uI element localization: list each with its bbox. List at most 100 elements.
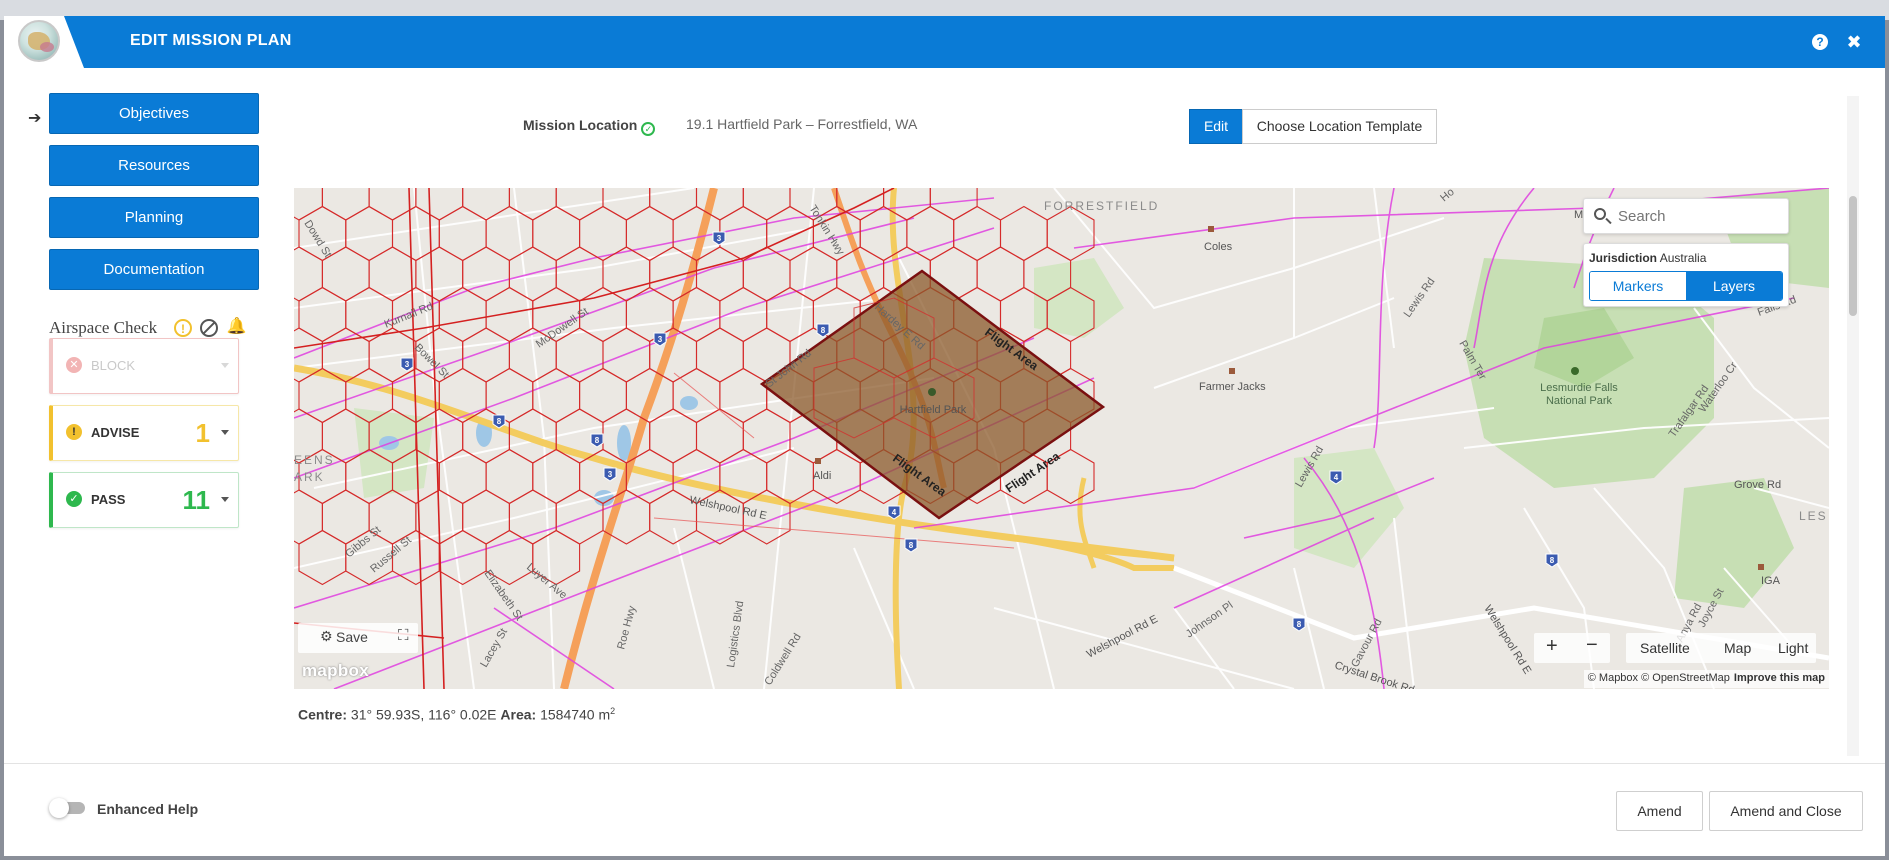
pass-check-icon: ✓ [66, 491, 82, 507]
block-label: BLOCK [91, 358, 136, 373]
toggle-layers-button[interactable]: Layers [1686, 272, 1782, 300]
jurisdiction-key: Jurisdiction [1589, 251, 1658, 265]
park-tree-icon [928, 388, 936, 396]
map-search-input[interactable] [1616, 205, 1781, 227]
water-area [680, 396, 698, 410]
jurisdiction-panel: Jurisdiction Australia Markers Layers [1583, 243, 1789, 307]
fullscreen-icon[interactable]: ⛶ [398, 627, 409, 644]
enhanced-help-label: Enhanced Help [97, 801, 199, 817]
block-icon: ✕ [66, 357, 82, 373]
style-satellite-button[interactable]: Satellite [1640, 640, 1690, 656]
amend-button[interactable]: Amend [1616, 791, 1703, 831]
enhanced-help-toggle[interactable] [49, 798, 87, 818]
svg-text:4: 4 [1334, 473, 1339, 482]
mission-location-value: 19.1 Hartfield Park – Forrestfield, WA [686, 116, 918, 132]
mission-map[interactable]: Hartfield Park Flight Area Flight Area F… [294, 188, 1829, 689]
modal-title: EDIT MISSION PLAN [130, 32, 292, 49]
map-attribution: © Mapbox © OpenStreetMap Improve this map [1583, 670, 1829, 688]
advisory-info-icon[interactable]: ! [174, 319, 192, 337]
zoom-out-button[interactable]: − [1586, 634, 1598, 657]
label-ark: ARK [294, 470, 325, 484]
jurisdiction-value: Australia [1659, 251, 1707, 265]
map-info-readout: Centre: 31° 59.93S, 116° 0.02E Area: 158… [298, 706, 615, 723]
style-light-button[interactable]: Light [1778, 640, 1808, 656]
content-scrollbar-track[interactable] [1847, 96, 1859, 756]
style-map-button[interactable]: Map [1724, 640, 1751, 656]
map-style-switcher: Satellite Map Light [1626, 633, 1816, 663]
active-step-arrow-icon: ➔ [28, 110, 42, 127]
label-farmer-jacks: Farmer Jacks [1199, 381, 1266, 393]
airspace-block-card[interactable]: ✕ BLOCK [49, 338, 239, 394]
gear-icon[interactable]: ⚙ [320, 628, 333, 645]
bell-icon[interactable]: 🔔 [227, 319, 247, 337]
label-hartfield-park: Hartfield Park [900, 404, 967, 416]
svg-text:8: 8 [497, 417, 502, 426]
help-icon: ? [1812, 34, 1828, 50]
markers-layers-toggle: Markers Layers [1589, 271, 1783, 301]
toggle-markers-button[interactable]: Markers [1590, 272, 1686, 300]
label-forrestfield: FORRESTFIELD [1044, 199, 1159, 213]
modal-header: EDIT MISSION PLAN ? ✖ [4, 16, 1885, 68]
svg-text:8: 8 [909, 541, 914, 550]
help-button[interactable]: ? [1810, 32, 1830, 52]
svg-text:8: 8 [1297, 620, 1302, 629]
airspace-advise-card[interactable]: ! ADVISE 1 [49, 405, 239, 461]
advise-icon: ! [66, 424, 82, 440]
chevron-down-icon [221, 363, 229, 368]
label-coles: Coles [1204, 241, 1233, 253]
nav-objectives-button[interactable]: Objectives [49, 93, 259, 134]
national-park-tree-icon [1571, 367, 1579, 375]
close-icon: ✖ [1846, 32, 1862, 52]
svg-text:8: 8 [1550, 556, 1555, 565]
edit-mission-plan-modal: EDIT MISSION PLAN ? ✖ ➔ Objectives Resou… [4, 16, 1885, 856]
area-label: Area: [500, 706, 537, 723]
centre-label: Centre: [298, 706, 348, 723]
toggle-knob [49, 798, 69, 818]
location-verified-icon: ✓ [641, 122, 656, 136]
content-scrollbar-thumb[interactable] [1849, 196, 1857, 316]
map-tools-bar: ⚙ Save ⛶ [298, 623, 418, 653]
svg-text:4: 4 [892, 508, 897, 517]
nav-resources-button[interactable]: Resources [49, 145, 259, 186]
nav-planning-button[interactable]: Planning [49, 197, 259, 238]
airspace-check-title: Airspace Check [49, 318, 158, 337]
amend-and-close-button[interactable]: Amend and Close [1709, 791, 1863, 831]
jurisdiction-label: Jurisdiction Australia [1589, 251, 1706, 265]
chevron-down-icon [221, 430, 229, 435]
svg-text:8: 8 [821, 326, 826, 335]
nav-documentation-button[interactable]: Documentation [49, 249, 259, 290]
area-value: 1584740 m [540, 706, 611, 723]
footer-divider [4, 763, 1885, 764]
zoom-controls: + − [1534, 633, 1610, 663]
app-logo [18, 20, 60, 62]
no-fly-icon[interactable] [200, 319, 219, 337]
map-save-button[interactable]: Save [336, 629, 368, 645]
airspace-check-icons: ! 🔔 [174, 319, 249, 339]
choose-location-template-button[interactable]: Choose Location Template [1242, 109, 1437, 144]
map-search-box[interactable] [1583, 198, 1789, 234]
advise-count: 1 [195, 418, 210, 448]
svg-text:3: 3 [717, 234, 722, 243]
zoom-in-button[interactable]: + [1546, 635, 1558, 658]
advise-label: ADVISE [91, 425, 140, 440]
pass-label: PASS [91, 492, 126, 507]
mission-location-label-text: Mission Location [523, 117, 638, 133]
airspace-pass-card[interactable]: ✓ PASS 11 [49, 472, 239, 528]
svg-text:3: 3 [405, 360, 410, 369]
svg-text:3: 3 [608, 470, 613, 479]
centre-value: 31° 59.93S, 116° 0.02E [350, 706, 497, 723]
mapbox-logo[interactable]: mapbox [302, 661, 369, 681]
mission-location-label: Mission Location ✓ [523, 117, 656, 136]
attribution-text[interactable]: © Mapbox © OpenStreetMap [1588, 672, 1730, 684]
close-button[interactable]: ✖ [1844, 32, 1864, 52]
label-lesmurdie-1: Lesmurdie Falls [1540, 382, 1618, 394]
svg-text:8: 8 [595, 436, 600, 445]
label-grove-rd: Grove Rd [1734, 479, 1781, 491]
label-lesmurdie-2: National Park [1546, 395, 1613, 407]
chevron-down-icon [221, 497, 229, 502]
label-aldi: Aldi [813, 470, 831, 482]
label-les: LES [1799, 509, 1828, 523]
improve-map-link[interactable]: Improve this map [1734, 672, 1825, 684]
edit-location-button[interactable]: Edit [1189, 109, 1243, 144]
pass-count: 11 [182, 485, 211, 515]
